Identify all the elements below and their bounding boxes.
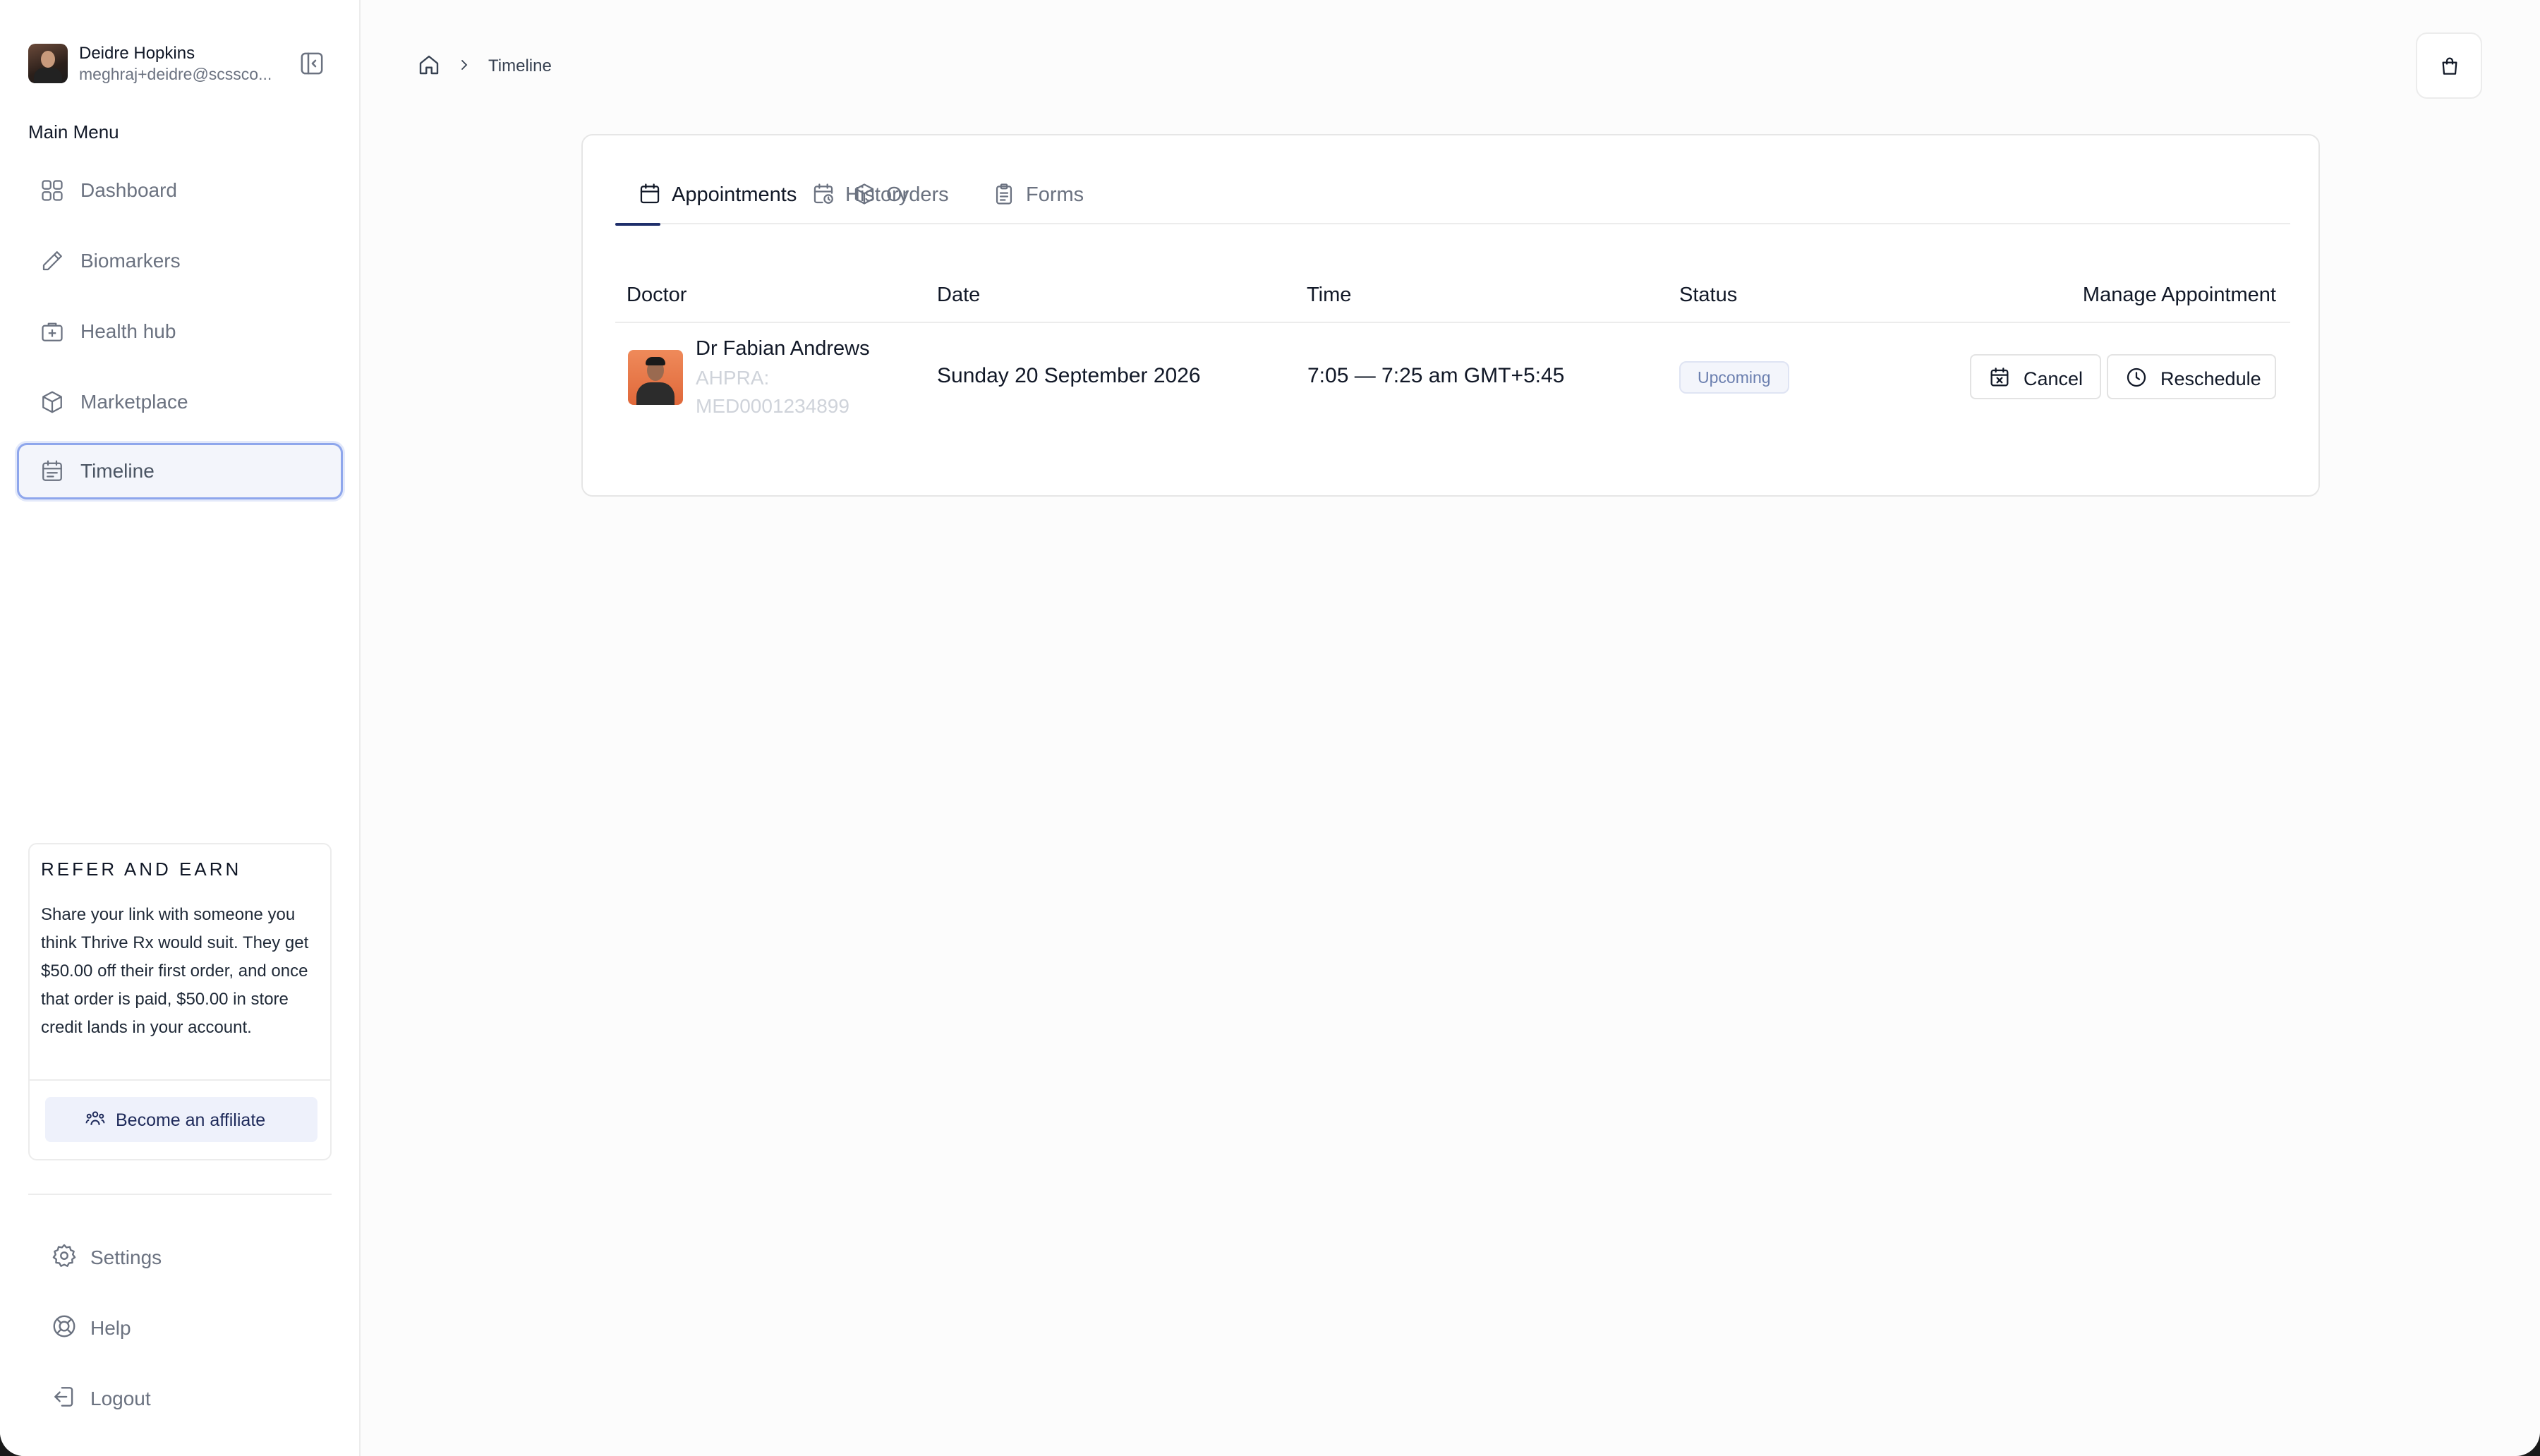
user-name: Deidre Hopkins xyxy=(79,44,195,63)
become-affiliate-button[interactable]: Become an affiliate xyxy=(45,1097,318,1142)
sidebar-item-marketplace[interactable]: Marketplace xyxy=(17,374,343,430)
become-affiliate-label: Become an affiliate xyxy=(116,1110,266,1130)
clipboard-icon xyxy=(992,182,1016,206)
sidebar-item-label: Health hub xyxy=(80,320,176,342)
column-header-manage: Manage Appointment xyxy=(2082,284,2276,306)
divider xyxy=(615,322,2290,323)
logout-icon xyxy=(51,1383,78,1410)
box-icon xyxy=(852,182,876,206)
column-header-date: Date xyxy=(937,284,981,306)
calendar-clock-icon xyxy=(811,182,835,206)
appointment-date: Sunday 20 September 2026 xyxy=(937,364,1201,387)
reschedule-button[interactable]: Reschedule xyxy=(2107,354,2276,399)
sidebar-item-label: Marketplace xyxy=(80,391,188,413)
user-email: meghraj+deidre@scssco... xyxy=(79,65,272,83)
calendar-icon xyxy=(40,459,65,484)
first-aid-kit-icon xyxy=(40,319,65,344)
sidebar-item-help[interactable]: Help xyxy=(51,1309,262,1344)
status-badge: Upcoming xyxy=(1679,361,1789,394)
sidebar: Deidre Hopkins meghraj+deidre@scssco... … xyxy=(0,0,361,1456)
breadcrumb-current: Timeline xyxy=(488,56,552,75)
refer-description: Share your link with someone you think T… xyxy=(41,905,309,1037)
column-header-time: Time xyxy=(1307,284,1352,306)
calendar-x-icon xyxy=(1988,366,2011,389)
cart-button[interactable] xyxy=(2416,32,2482,99)
tab-label: Orders xyxy=(886,183,949,206)
avatar xyxy=(28,44,68,83)
column-header-doctor: Doctor xyxy=(627,284,687,306)
sidebar-item-label: Biomarkers xyxy=(80,250,181,272)
column-header-status: Status xyxy=(1679,284,1738,306)
cancel-button[interactable]: Cancel xyxy=(1970,354,2101,399)
doctor-name: Dr Fabian Andrews xyxy=(696,337,870,360)
sidebar-item-settings[interactable]: Settings xyxy=(51,1238,262,1273)
clock-icon xyxy=(2125,366,2148,389)
refer-title: REFER AND EARN xyxy=(41,859,242,880)
sidebar-collapse-icon[interactable] xyxy=(298,49,326,78)
chevron-right-icon xyxy=(456,56,473,73)
tab-label: Forms xyxy=(1026,183,1084,206)
tab-bar: Appointments History Orders Forms xyxy=(615,166,2290,226)
sidebar-item-label: Timeline xyxy=(80,460,155,482)
users-icon xyxy=(85,1108,106,1129)
sidebar-item-label: Help xyxy=(90,1317,131,1339)
doctor-avatar xyxy=(628,350,683,405)
cancel-label: Cancel xyxy=(2024,368,2084,389)
grid-icon xyxy=(40,178,65,203)
sidebar-item-dashboard[interactable]: Dashboard xyxy=(17,162,343,219)
appointments-card: Appointments History Orders Forms Doctor… xyxy=(581,134,2320,497)
home-icon[interactable] xyxy=(416,52,442,78)
main-menu-heading: Main Menu xyxy=(28,121,119,142)
calendar-icon xyxy=(638,182,662,206)
sidebar-item-label: Logout xyxy=(90,1388,151,1409)
sidebar-item-label: Dashboard xyxy=(80,179,177,201)
appointment-time: 7:05 — 7:25 am GMT+5:45 xyxy=(1307,364,1565,387)
doctor-ahpra-number: AHPRA: MED0001234899 xyxy=(696,367,849,417)
shopping-bag-icon xyxy=(2442,57,2457,75)
sidebar-item-biomarkers[interactable]: Biomarkers xyxy=(17,233,343,289)
pen-icon xyxy=(40,248,65,274)
sidebar-item-label: Settings xyxy=(90,1246,162,1268)
gear-icon xyxy=(51,1242,78,1269)
app-window: Deidre Hopkins meghraj+deidre@scssco... … xyxy=(0,0,2540,1456)
user-profile[interactable]: Deidre Hopkins meghraj+deidre@scssco... xyxy=(28,42,332,86)
refer-and-earn-card: REFER AND EARN Share your link with some… xyxy=(28,843,332,1160)
sidebar-item-health-hub[interactable]: Health hub xyxy=(17,303,343,360)
sidebar-item-timeline[interactable]: Timeline xyxy=(17,443,343,499)
sidebar-item-logout[interactable]: Logout xyxy=(51,1379,262,1414)
divider xyxy=(28,1194,332,1195)
tab-label: Appointments xyxy=(672,183,797,206)
reschedule-label: Reschedule xyxy=(2160,368,2261,389)
box-icon xyxy=(40,389,65,415)
lifebuoy-icon xyxy=(51,1313,78,1340)
divider xyxy=(30,1079,330,1081)
